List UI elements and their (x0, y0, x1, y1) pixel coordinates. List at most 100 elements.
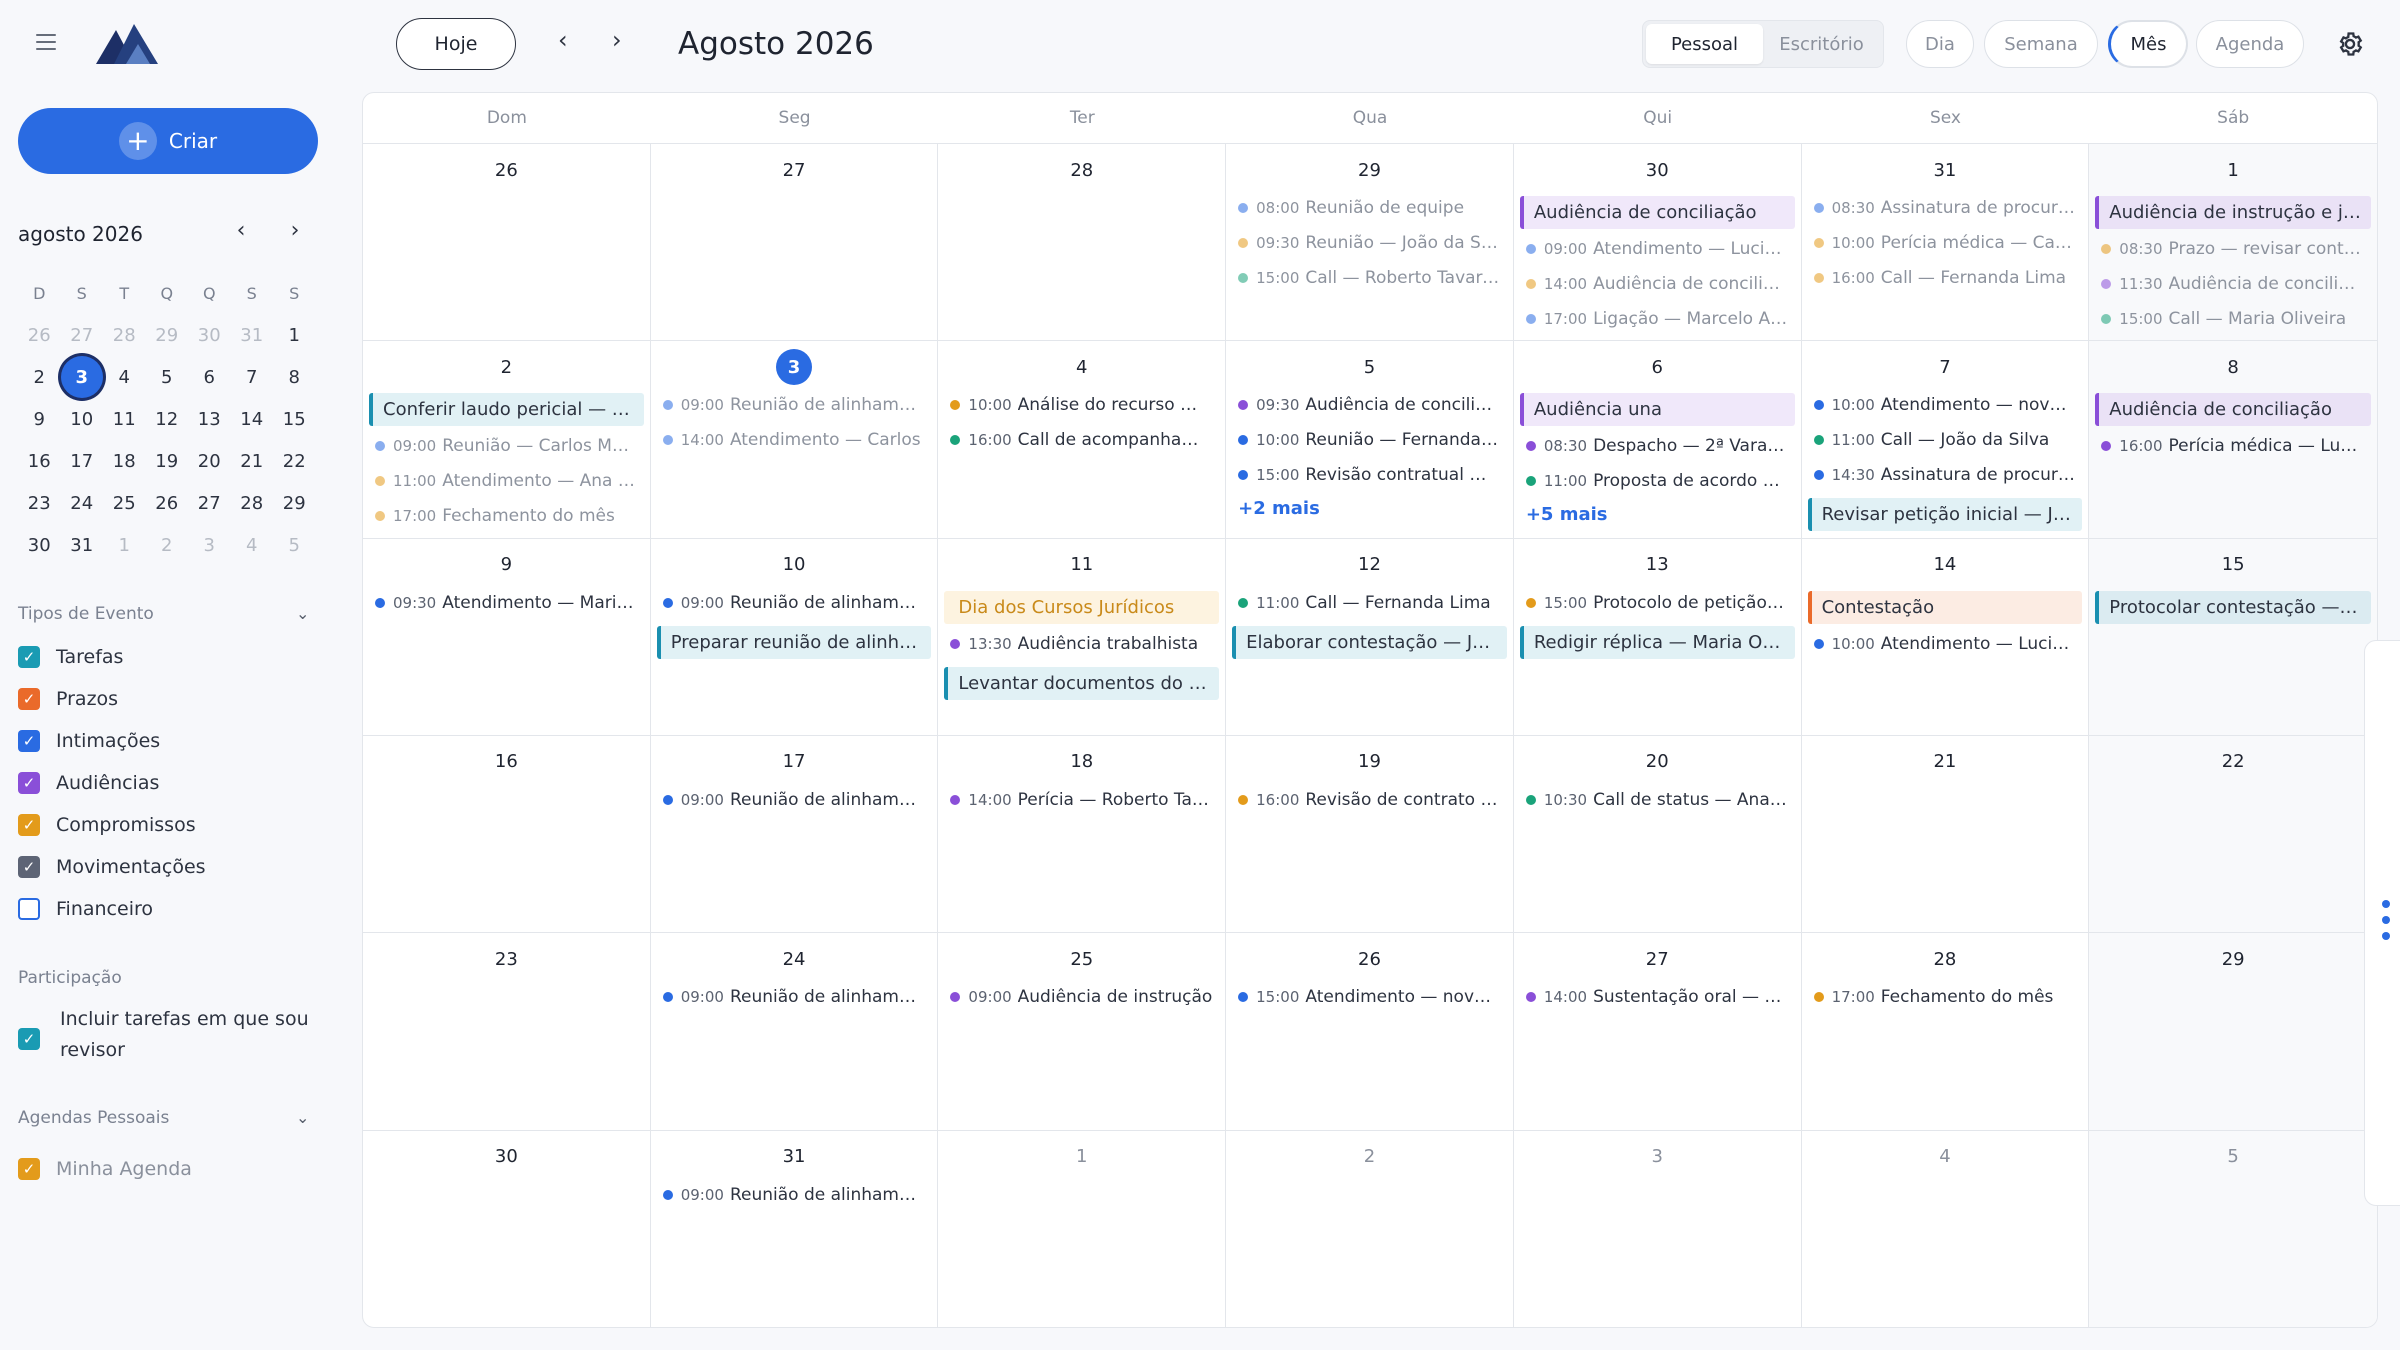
day-number[interactable]: 25 (938, 945, 1225, 973)
day-cell[interactable]: 18 14:00 Perícia — Roberto Tavares (938, 735, 1227, 934)
day-cell[interactable]: 26 15:00 Atendimento — novo cliente (1226, 933, 1514, 1131)
filter-checkbox[interactable]: ✓ (18, 646, 40, 668)
next-month-icon[interactable]: › (612, 26, 622, 54)
day-number[interactable]: 23 (363, 945, 650, 973)
mini-day[interactable]: 21 (231, 440, 274, 482)
mini-day[interactable]: 23 (18, 482, 61, 524)
event-type-filter[interactable]: ✓ Compromissos (18, 814, 196, 836)
filter-checkbox[interactable]: ✓ (18, 688, 40, 710)
calendar-event[interactable]: 08:30 Despacho — 2ª Vara Cível (1525, 434, 1789, 458)
calendar-event[interactable]: 11:00 Call — Fernanda Lima (1238, 591, 1501, 615)
calendar-event[interactable]: 15:00 Call — Roberto Tavares (1238, 266, 1501, 290)
filter-checkbox[interactable]: ✓ (18, 772, 40, 794)
day-number[interactable]: 14 (1802, 551, 2089, 579)
day-cell[interactable]: 3 (1514, 1130, 1802, 1327)
day-cell[interactable]: 1 Audiência de instrução e julgamento 08:3… (2089, 144, 2377, 342)
calendar-event[interactable]: 11:00 Call — João da Silva (1813, 428, 2077, 452)
calendar-event[interactable]: 09:30 Audiência de conciliação (1238, 393, 1501, 417)
day-number[interactable]: 8 (2089, 353, 2377, 381)
calendar-event[interactable]: 08:30 Assinatura de procuração (1813, 196, 2076, 220)
day-cell[interactable]: 30 (363, 1130, 651, 1327)
filter-checkbox[interactable]: ✓ (18, 814, 40, 836)
day-number[interactable]: 5 (2089, 1143, 2377, 1171)
day-cell[interactable]: 11 Dia dos Cursos Jurídicos 13:30 Audiência… (938, 538, 1227, 736)
all-day-event[interactable]: Conferir laudo pericial — processo (369, 393, 644, 427)
calendar-event[interactable]: 11:00 Atendimento — Ana Paula (375, 469, 638, 493)
day-number[interactable]: 3 (1514, 1143, 1801, 1171)
all-day-event[interactable]: Revisar petição inicial — João (1807, 498, 2083, 532)
day-number[interactable]: 18 (938, 748, 1225, 776)
mini-day[interactable]: 12 (146, 398, 189, 440)
filter-checkbox[interactable] (18, 898, 40, 920)
day-number[interactable]: 4 (1802, 1143, 2089, 1171)
day-number[interactable]: 26 (363, 156, 650, 184)
calendar-event[interactable]: 16:00 Call — Fernanda Lima (1813, 266, 2077, 290)
day-cell[interactable]: 29 08:00 Reunião de equipe 09:30 Reunião — J… (1226, 144, 1514, 342)
calendar-event[interactable]: 15:00 Atendimento — novo cliente (1238, 985, 1501, 1009)
mini-day[interactable]: 14 (231, 398, 274, 440)
day-number[interactable]: 10 (651, 551, 938, 579)
calendar-event[interactable]: 15:00 Call — Maria Oliveira (2101, 307, 2365, 331)
calendar-event[interactable]: 09:00 Reunião de alinhamento (662, 985, 925, 1009)
chevron-down-icon[interactable]: ⌄ (296, 604, 309, 623)
personal-agenda-filter[interactable]: ✓ Minha Agenda (18, 1158, 192, 1180)
day-number[interactable]: 29 (1226, 156, 1513, 184)
mini-day[interactable]: 25 (103, 482, 146, 524)
day-cell[interactable]: 5 09:30 Audiência de conciliação 10:00 Reuni… (1226, 341, 1514, 539)
day-number[interactable]: 2 (1226, 1143, 1513, 1171)
day-cell[interactable]: 10 09:00 Reunião de alinhamento Preparar re… (650, 538, 939, 736)
chevron-down-icon[interactable]: ⌄ (296, 1108, 309, 1127)
mini-day[interactable]: 29 (146, 314, 189, 356)
day-cell[interactable]: 1 (938, 1130, 1227, 1327)
mini-day[interactable]: 24 (61, 482, 104, 524)
calendar-event[interactable]: 14:30 Assinatura de procuração (1813, 463, 2076, 487)
all-day-event[interactable]: Contestação (1807, 590, 2083, 624)
day-cell[interactable]: 16 (363, 735, 651, 934)
calendar-event[interactable]: 11:00 Proposta de acordo — cliente (1525, 469, 1789, 493)
mini-day[interactable]: 5 (146, 356, 189, 398)
day-cell[interactable]: 6 Audiência una 08:30 Despacho — 2ª Vara Cí… (1513, 341, 1802, 539)
mini-day[interactable]: 10 (61, 398, 104, 440)
day-cell[interactable]: 5 (2089, 1130, 2377, 1327)
day-cell[interactable]: 28 (938, 144, 1227, 342)
day-number[interactable]: 9 (363, 551, 650, 579)
mini-day[interactable]: 31 (61, 524, 104, 566)
calendar-event[interactable]: 10:00 Reunião — Fernanda Lima (1238, 428, 1501, 452)
mini-day[interactable]: 20 (188, 440, 231, 482)
day-number[interactable]: 31 (651, 1143, 938, 1171)
prev-month-icon[interactable]: ‹ (558, 26, 568, 54)
calendar-event[interactable]: 09:00 Reunião de alinhamento (662, 393, 925, 417)
calendar-event[interactable]: 13:30 Audiência trabalhista (950, 632, 1213, 656)
day-number[interactable]: 30 (1514, 156, 1801, 184)
day-number[interactable]: 19 (1226, 748, 1513, 776)
calendar-event[interactable]: 09:30 Reunião — João da Silva (1238, 231, 1501, 255)
event-type-filter[interactable]: ✓ Tarefas (18, 646, 123, 668)
calendar-event[interactable]: 10:00 Atendimento — novo cliente (1813, 393, 2076, 417)
all-day-event[interactable]: Protocolar contestação — cliente (2095, 590, 2371, 624)
day-number[interactable]: 26 (1226, 945, 1513, 973)
participation-checkbox[interactable]: ✓ (18, 1028, 40, 1050)
more-dot-icon[interactable] (2382, 916, 2390, 924)
filter-checkbox[interactable]: ✓ (18, 856, 40, 878)
more-events-link[interactable]: +5 mais (1526, 504, 1801, 525)
day-number[interactable]: 7 (1802, 353, 2089, 381)
day-number[interactable]: 6 (1514, 353, 1801, 381)
day-cell[interactable]: 13 15:00 Protocolo de petição inicial Redig… (1513, 538, 1802, 736)
mini-day[interactable]: 27 (61, 314, 104, 356)
mini-day[interactable]: 8 (273, 356, 316, 398)
calendar-event[interactable]: 17:00 Fechamento do mês (1813, 985, 2077, 1009)
mini-day[interactable]: 3 (60, 356, 104, 398)
mini-day[interactable]: 29 (273, 482, 316, 524)
mini-day[interactable]: 4 (231, 524, 274, 566)
side-panel-handle[interactable] (2364, 640, 2400, 1206)
event-type-filter[interactable]: ✓ Movimentações (18, 856, 206, 878)
day-number[interactable]: 28 (938, 156, 1225, 184)
segment-escritorio[interactable]: Escritório (1763, 24, 1880, 64)
view-month-button[interactable]: Mês (2108, 20, 2188, 68)
more-dot-icon[interactable] (2382, 932, 2390, 940)
day-number[interactable]: 12 (1226, 551, 1513, 579)
day-number[interactable]: 30 (363, 1143, 650, 1171)
day-cell[interactable]: 7 10:00 Atendimento — novo cliente 11:00 Cal… (1801, 341, 2090, 539)
calendar-event[interactable]: 09:00 Audiência de instrução (950, 985, 1213, 1009)
calendar-event[interactable]: 09:00 Reunião de alinhamento (662, 1183, 925, 1207)
